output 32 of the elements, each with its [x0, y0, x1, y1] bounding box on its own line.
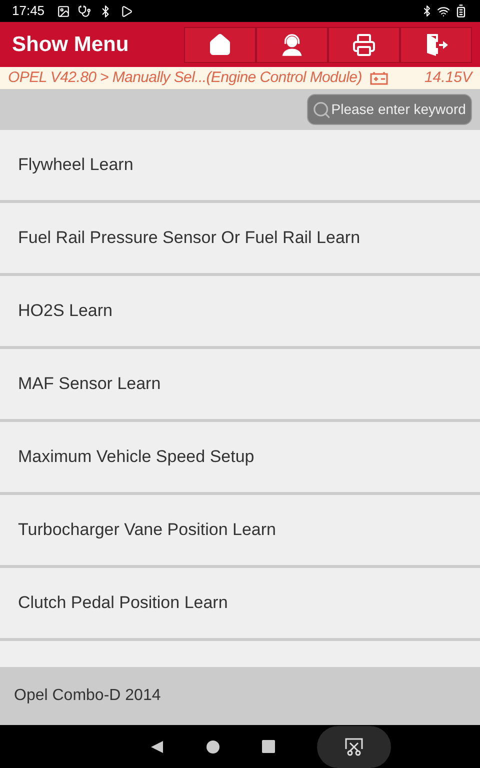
menu-item[interactable]: Maximum Vehicle Speed Setup [0, 422, 480, 492]
menu-item[interactable]: HO2S Learn [0, 276, 480, 346]
menu-item[interactable]: Clutch Pedal Position Learn [0, 568, 480, 638]
image-icon [56, 4, 70, 18]
menu-item[interactable]: MAF Sensor Learn [0, 349, 480, 419]
menu-item[interactable]: Turbocharger Vane Position Learn [0, 495, 480, 565]
home-button[interactable] [184, 26, 256, 62]
screenshot-button[interactable] [316, 726, 390, 768]
menu-item[interactable]: Fuel Rail Pressure Sensor Or Fuel Rail Learn [0, 203, 480, 273]
battery-icon [370, 71, 388, 85]
printer-icon [352, 32, 376, 56]
search-field[interactable]: Please enter keyword [307, 94, 472, 125]
bluetooth-icon [421, 5, 433, 17]
status-time: 17:45 [12, 2, 45, 20]
wifi-icon [437, 4, 450, 18]
print-button[interactable] [328, 26, 400, 62]
vehicle-name: Opel Combo-D 2014 [14, 686, 161, 706]
breadcrumb-path: OPEL V42.80 > Manually Sel...(Engine Control Module) [8, 68, 362, 88]
support-button[interactable] [256, 26, 328, 62]
play-icon [120, 4, 133, 18]
stethoscope-icon [78, 4, 91, 18]
voltage-reading: 14.15V [424, 68, 472, 88]
header-title: Show Menu [12, 32, 130, 58]
home-icon [208, 32, 232, 56]
screenshot-icon [344, 736, 364, 756]
menu-item[interactable]: Flywheel Learn [0, 130, 480, 200]
recents-icon[interactable] [262, 740, 274, 753]
battery-icon [454, 4, 468, 18]
home-icon[interactable] [206, 740, 220, 754]
exit-button[interactable] [400, 26, 472, 62]
back-icon[interactable] [150, 740, 164, 754]
exit-icon [424, 32, 448, 58]
